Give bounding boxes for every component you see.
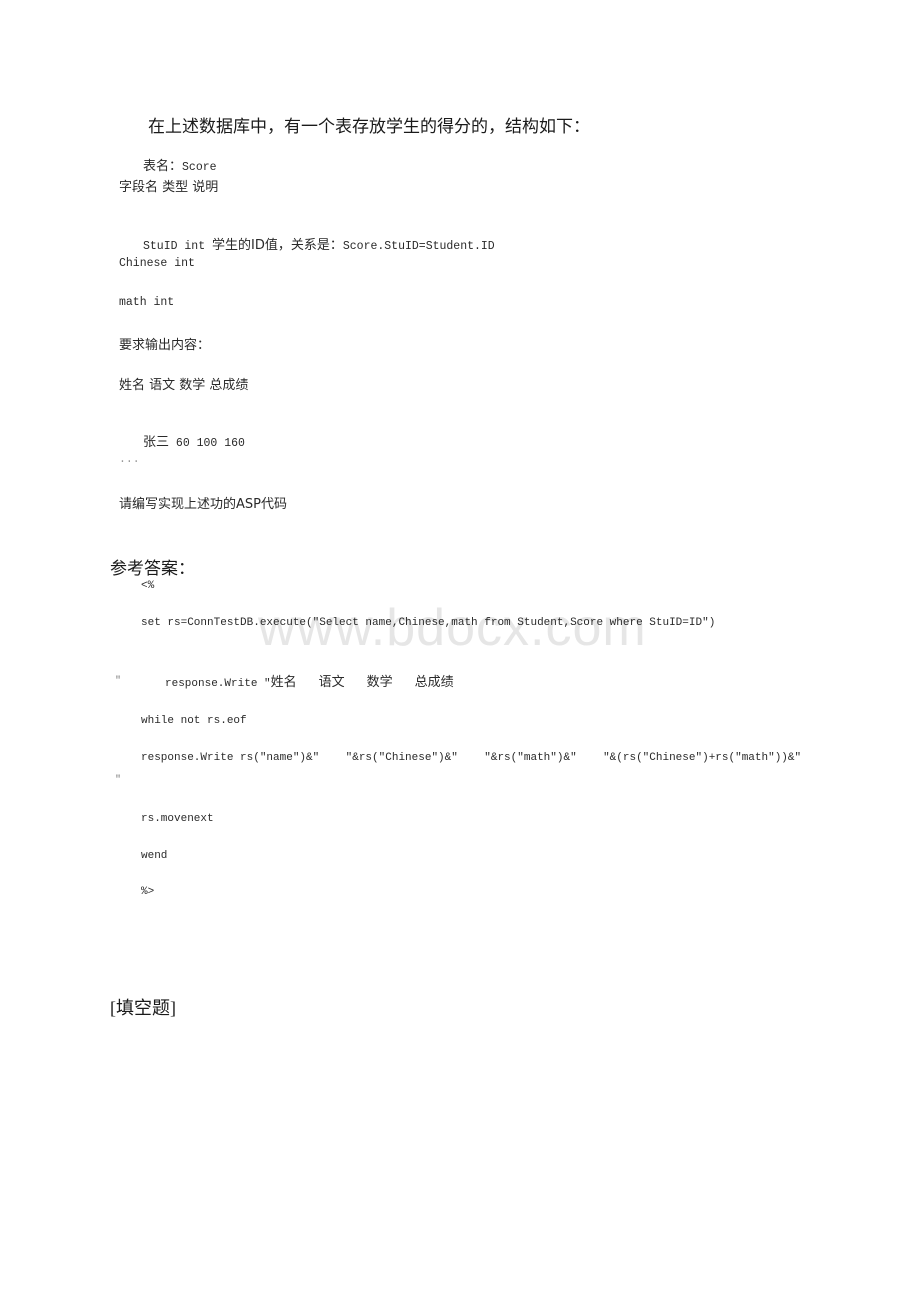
table-name-label: 表名： — [143, 159, 183, 174]
example-name: 张三 — [143, 435, 170, 450]
task-line: 请编写实现上述功的ASP代码 — [119, 497, 287, 512]
code-row-close-quote: " — [115, 775, 122, 786]
stuid-field: StuID int — [143, 240, 213, 253]
code-line-write-header: response.Write "姓名 语文 数学 总成绩 — [141, 653, 454, 709]
chinese-field-line: Chinese int — [119, 257, 195, 270]
code-close-tag: %> — [141, 886, 155, 898]
code-header-close-quote: " — [115, 676, 122, 687]
code-line-while: while not rs.eof — [141, 715, 247, 727]
stuid-relation: Score.StuID=Student.ID — [342, 240, 495, 253]
code-line-wend: wend — [141, 850, 168, 862]
field-header-line: 字段名 类型 说明 — [119, 180, 219, 195]
code-header-col-math: 数学 — [366, 675, 393, 690]
answer-label: 参考答案： — [110, 559, 195, 578]
code-line-movenext: rs.movenext — [141, 813, 214, 825]
table-name-value: Score — [182, 161, 217, 174]
code-header-col-name: 姓名 — [270, 675, 297, 690]
code-open-tag: <% — [141, 580, 155, 592]
stuid-desc: 学生的ID值，关系是： — [212, 238, 343, 253]
question-intro: 在上述数据库中，有一个表存放学生的得分的，结构如下： — [148, 117, 590, 136]
code-header-col-chinese: 语文 — [318, 675, 345, 690]
next-section-heading: [填空题] — [110, 998, 176, 1018]
example-scores: 60 100 160 — [169, 437, 245, 450]
code-write-prefix: response.Write " — [165, 678, 271, 690]
ellipsis-line: ... — [119, 453, 140, 466]
code-line-set: set rs=ConnTestDB.execute("Select name,C… — [141, 617, 716, 629]
output-requirement-line: 要求输出内容： — [119, 338, 211, 353]
math-field-line: math int — [119, 296, 175, 309]
code-header-col-total: 总成绩 — [414, 675, 454, 690]
output-header-line: 姓名 语文 数学 总成绩 — [119, 378, 249, 393]
code-line-write-row: response.Write rs("name")&" "&rs("Chines… — [141, 752, 802, 764]
